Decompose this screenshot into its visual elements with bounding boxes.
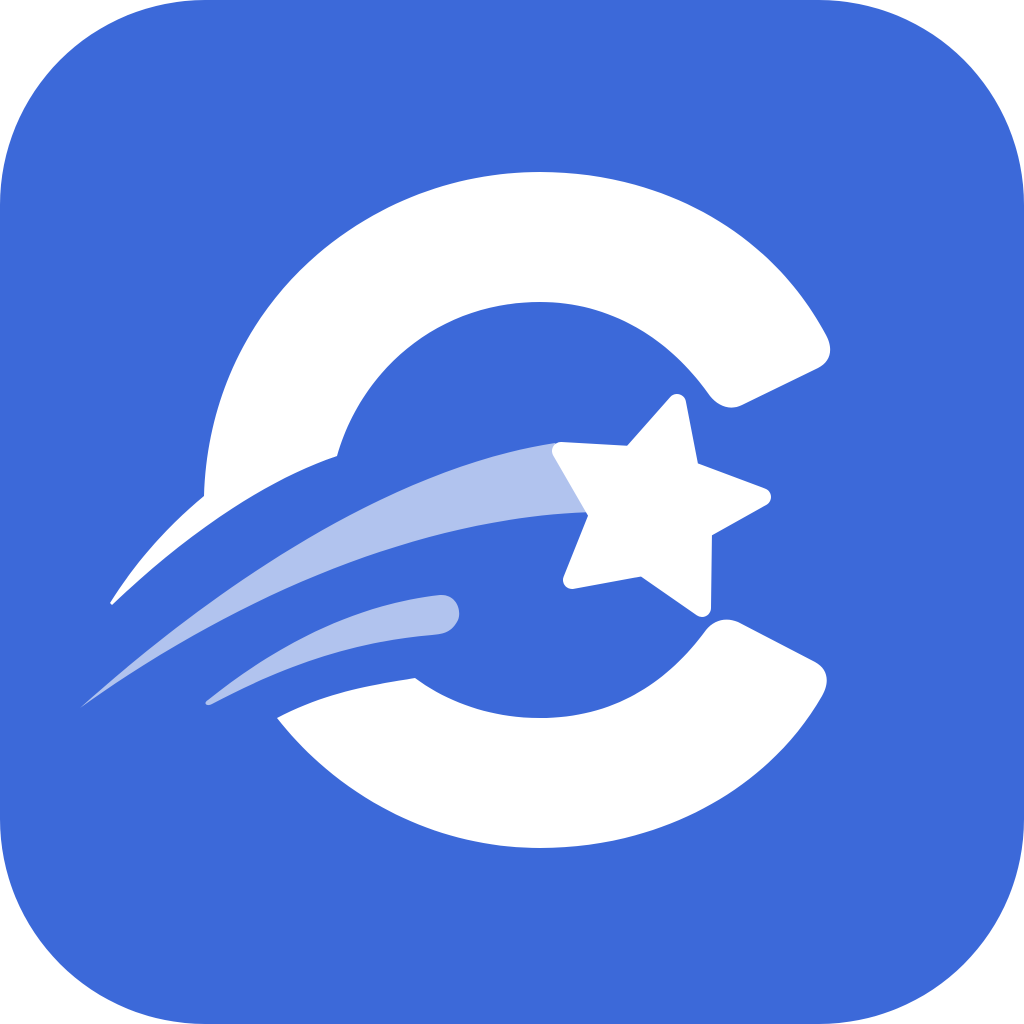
app-icon-graphic bbox=[0, 0, 1024, 1024]
app-icon[interactable] bbox=[0, 0, 1024, 1024]
